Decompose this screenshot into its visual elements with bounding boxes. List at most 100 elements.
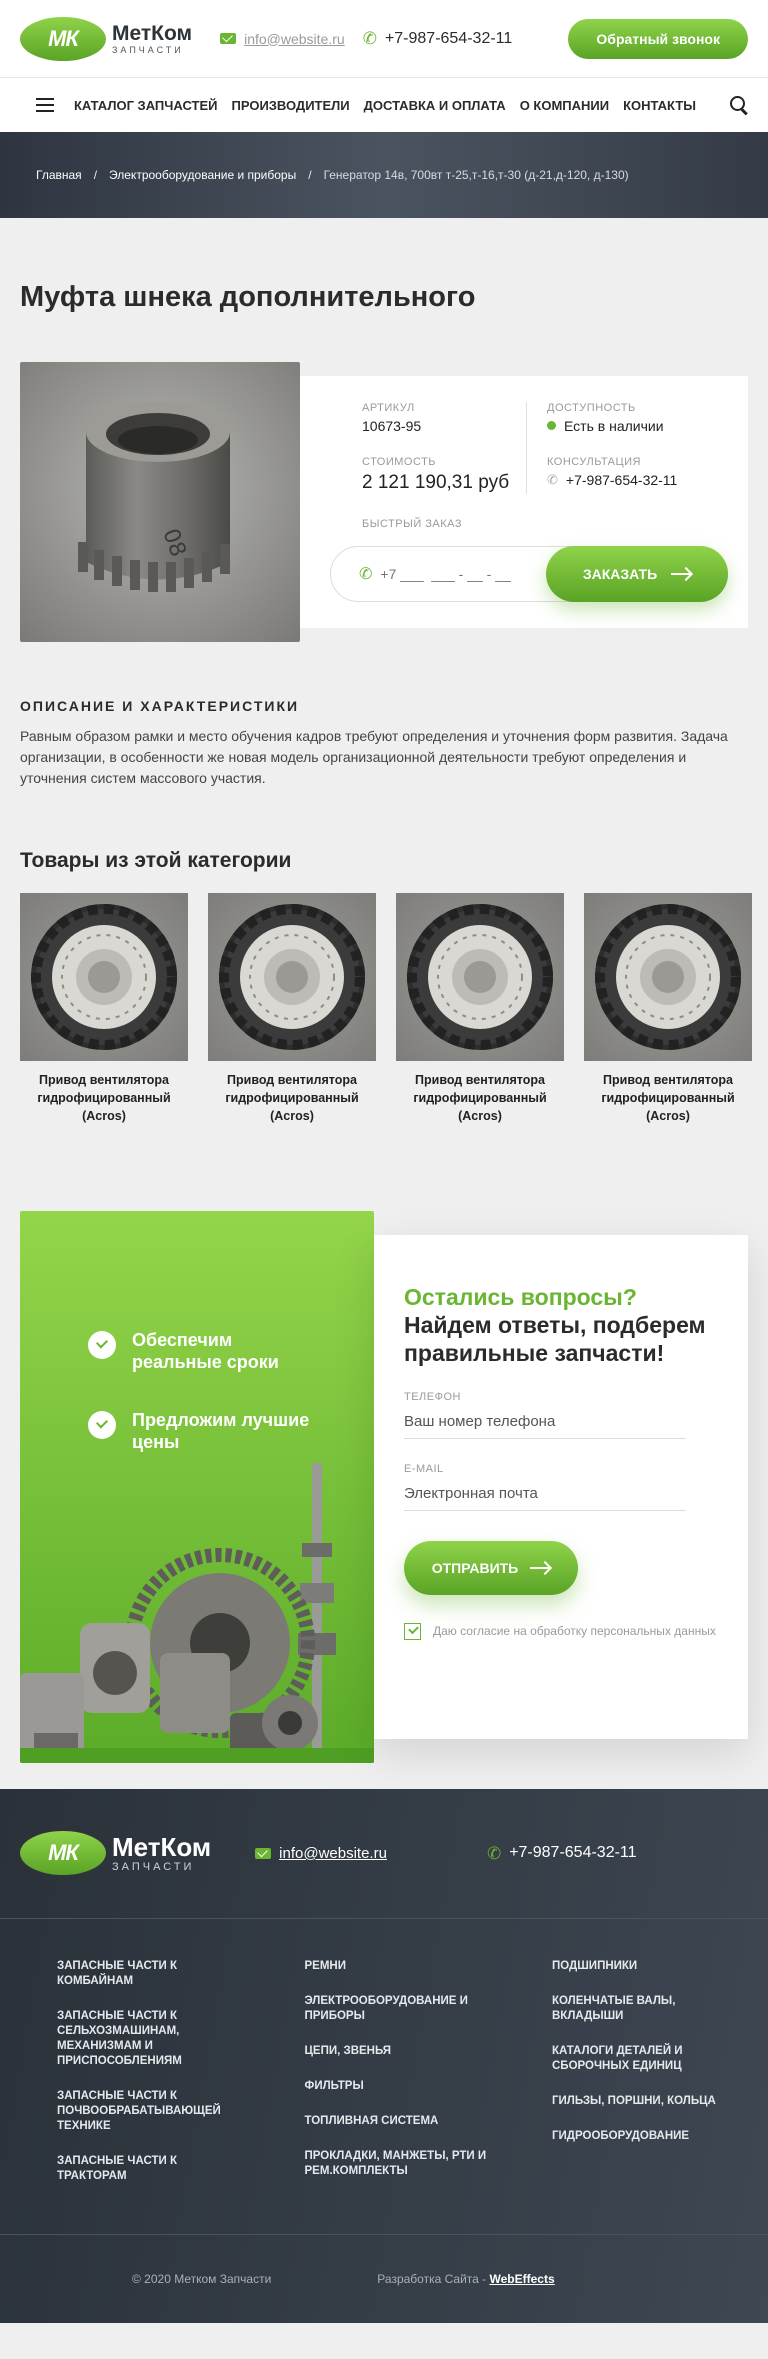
footer-link[interactable]: КОЛЕНЧАТЫЕ ВАЛЫ, ВКЛАДЫШИ xyxy=(552,1994,742,2024)
logo-mark: МК xyxy=(20,1831,106,1876)
callback-button[interactable]: Обратный звонок xyxy=(568,18,748,59)
footer-link[interactable]: ЗАПАСНЫЕ ЧАСТИ К СЕЛЬХОЗМАШИНАМ, МЕХАНИЗ… xyxy=(57,2009,247,2069)
send-button[interactable]: ОТПРАВИТЬ xyxy=(404,1540,578,1595)
product-card-image xyxy=(584,892,752,1061)
product-info-card: АРТИКУЛ 10673-95 СТОИМОСТЬ 2 121 190,31 … xyxy=(300,375,748,628)
availability-label: ДОСТУПНОСТЬ xyxy=(547,401,636,414)
footer-link[interactable]: ПОДШИПНИКИ xyxy=(552,1959,742,1974)
footer-email-link[interactable]: info@website.ru xyxy=(255,1845,387,1862)
product-card[interactable]: Привод вентилятора гидрофицированный (Ac… xyxy=(20,892,188,1125)
email-field-label: E-MAIL xyxy=(404,1462,444,1475)
nav-item-about[interactable]: О КОМПАНИИ xyxy=(520,98,609,113)
footer-link[interactable]: ЗАПАСНЫЕ ЧАСТИ К КОМБАЙНАМ xyxy=(57,1959,247,1989)
logo[interactable]: МК МетКом ЗАПЧАСТИ xyxy=(20,16,192,61)
footer-link[interactable]: ГИЛЬЗЫ, ПОРШНИ, КОЛЬЦА xyxy=(552,2094,742,2109)
product-card-name: Привод вентилятора гидрофицированный (Ac… xyxy=(37,1072,171,1123)
fan-drive-image xyxy=(407,903,553,1050)
send-button-label: ОТПРАВИТЬ xyxy=(431,1559,519,1576)
check-icon xyxy=(88,1330,116,1359)
nav-item-delivery[interactable]: ДОСТАВКА И ОПЛАТА xyxy=(364,98,506,113)
breadcrumb-separator: / xyxy=(308,168,312,182)
nav-item-contacts[interactable]: КОНТАКТЫ xyxy=(623,98,696,113)
footer: МК МетКом ЗАПЧАСТИ info@website.ru ✆ +7-… xyxy=(0,1788,768,2323)
menu-icon[interactable] xyxy=(36,98,54,112)
header-phone-link[interactable]: ✆ +7-987-654-32-11 xyxy=(363,30,513,48)
phone-field[interactable] xyxy=(404,1402,686,1439)
email-field[interactable] xyxy=(404,1474,686,1511)
footer-link[interactable]: КАТАЛОГИ ДЕТАЛЕЙ И СБОРОЧНЫХ ЕДИНИЦ xyxy=(552,2044,742,2074)
order-button[interactable]: ЗАКАЗАТЬ xyxy=(546,545,728,602)
description-text: Равным образом рамки и место обучения ка… xyxy=(20,727,728,786)
fan-drive-image xyxy=(31,903,177,1050)
developer-link[interactable]: WebEffects xyxy=(489,2272,554,2286)
mail-icon xyxy=(255,1847,272,1859)
coupling-part-image: 08 xyxy=(78,401,230,592)
footer-column: РЕМНИ ЭЛЕКТРООБОРУДОВАНИЕ И ПРИБОРЫ ЦЕПИ… xyxy=(305,1959,553,2204)
footer-link[interactable]: РЕМНИ xyxy=(305,1959,495,1974)
quick-order-phone-input[interactable] xyxy=(380,565,531,582)
nav-item-catalog[interactable]: КАТАЛОГ ЗАПЧАСТЕЙ xyxy=(74,98,217,113)
product-card-image xyxy=(20,892,188,1061)
footer-top: МК МетКом ЗАПЧАСТИ info@website.ru ✆ +7-… xyxy=(0,1789,768,1919)
spare-parts-image xyxy=(20,1462,374,1763)
footer-bottom: © 2020 Метком Запчасти Разработка Сайта … xyxy=(0,2235,768,2323)
nav-item-manufacturers[interactable]: ПРОИЗВОДИТЕЛИ xyxy=(231,98,349,113)
quick-order-form: ✆ ЗАКАЗАТЬ xyxy=(330,545,728,602)
consent-text: Даю согласие на обработку персональных д… xyxy=(433,1623,716,1638)
category-products: Привод вентилятора гидрофицированный (Ac… xyxy=(0,873,768,1125)
form-question: Остались вопросы? xyxy=(404,1283,637,1310)
product-card[interactable]: Привод вентилятора гидрофицированный (Ac… xyxy=(396,892,564,1125)
footer-link[interactable]: ТОПЛИВНАЯ СИСТЕМА xyxy=(305,2114,495,2129)
description-heading: ОПИСАНИЕ И ХАРАКТЕРИСТИКИ xyxy=(20,697,300,714)
footer-link[interactable]: ЗАПАСНЫЕ ЧАСТИ К ПОЧВООБРАБАТЫВАЮЩЕЙ ТЕХ… xyxy=(57,2089,247,2134)
breadcrumb-category[interactable]: Электрооборудование и приборы xyxy=(109,168,296,182)
footer-link[interactable]: ЦЕПИ, ЗВЕНЬЯ xyxy=(305,2044,495,2059)
footer-link[interactable]: ПРОКЛАДКИ, МАНЖЕТЫ, РТИ И РЕМ.КОМПЛЕКТЫ xyxy=(305,2149,495,2179)
benefit-text: Обеспечим реальные сроки xyxy=(132,1329,279,1372)
page: МК МетКом ЗАПЧАСТИ info@website.ru ✆ +7-… xyxy=(0,0,768,2323)
order-button-label: ЗАКАЗАТЬ xyxy=(582,565,658,582)
search-icon[interactable] xyxy=(730,96,748,114)
footer-link[interactable]: ЗАПАСНЫЕ ЧАСТИ К ТРАКТОРАМ xyxy=(57,2154,247,2184)
article-label: АРТИКУЛ xyxy=(362,401,415,414)
request-form-card: Остались вопросы? Найдем ответы, подбере… xyxy=(374,1234,748,1739)
category-heading: Товары из этой категории xyxy=(20,848,292,872)
logo-mark: МК xyxy=(20,16,106,61)
developer-prefix: Разработка Сайта - xyxy=(377,2271,487,2286)
footer-column: ПОДШИПНИКИ КОЛЕНЧАТЫЕ ВАЛЫ, ВКЛАДЫШИ КАТ… xyxy=(552,1959,732,2204)
phone-field-label: ТЕЛЕФОН xyxy=(404,1390,461,1403)
consult-phone[interactable]: +7-987-654-32-11 xyxy=(566,472,677,488)
in-stock-dot-icon xyxy=(547,421,556,431)
phone-icon: ✆ xyxy=(359,565,373,583)
benefit-item: Обеспечим реальные сроки xyxy=(88,1329,318,1373)
request-section: Обеспечим реальные сроки Предложим лучши… xyxy=(0,1210,768,1763)
footer-link[interactable]: ГИДРООБОРУДОВАНИЕ xyxy=(552,2129,742,2144)
quick-order-label: БЫСТРЫЙ ЗАКАЗ xyxy=(362,517,463,530)
product-card[interactable]: Привод вентилятора гидрофицированный (Ac… xyxy=(584,892,752,1125)
product-card[interactable]: Привод вентилятора гидрофицированный (Ac… xyxy=(208,892,376,1125)
product-block: 08 АРТИКУЛ 10673-95 СТОИМОСТЬ 2 121 190,… xyxy=(0,361,768,642)
phone-icon: ✆ xyxy=(486,1843,502,1863)
consent-checkbox[interactable] xyxy=(404,1622,421,1640)
fan-drive-image xyxy=(219,903,365,1050)
consent-checkbox-row[interactable]: Даю согласие на обработку персональных д… xyxy=(404,1622,718,1640)
footer-link[interactable]: ФИЛЬТРЫ xyxy=(305,2079,495,2094)
header-email-link[interactable]: info@website.ru xyxy=(220,31,345,47)
article-value: 10673-95 xyxy=(362,417,422,434)
footer-phone: +7-987-654-32-11 xyxy=(509,1844,637,1862)
consult-label: КОНСУЛЬТАЦИЯ xyxy=(547,455,641,468)
footer-logo[interactable]: МК МетКом ЗАПЧАСТИ xyxy=(20,1831,211,1876)
product-card-image xyxy=(396,892,564,1061)
arrow-right-icon xyxy=(671,572,692,575)
copyright: © 2020 Метком Запчасти xyxy=(132,2271,272,2286)
product-card-name: Привод вентилятора гидрофицированный (Ac… xyxy=(225,1072,359,1123)
breadcrumb-separator: / xyxy=(93,168,98,182)
header: МК МетКом ЗАПЧАСТИ info@website.ru ✆ +7-… xyxy=(0,0,768,78)
header-phone: +7-987-654-32-11 xyxy=(384,29,513,47)
product-image[interactable]: 08 xyxy=(20,361,300,642)
footer-link[interactable]: ЭЛЕКТРООБОРУДОВАНИЕ И ПРИБОРЫ xyxy=(305,1994,495,2024)
page-title: Муфта шнека дополнительного xyxy=(20,281,476,313)
form-subheading: Найдем ответы, подберем правильные запча… xyxy=(404,1311,706,1366)
breadcrumb-home[interactable]: Главная xyxy=(36,168,82,182)
footer-phone-link[interactable]: ✆ +7-987-654-32-11 xyxy=(487,1844,637,1862)
